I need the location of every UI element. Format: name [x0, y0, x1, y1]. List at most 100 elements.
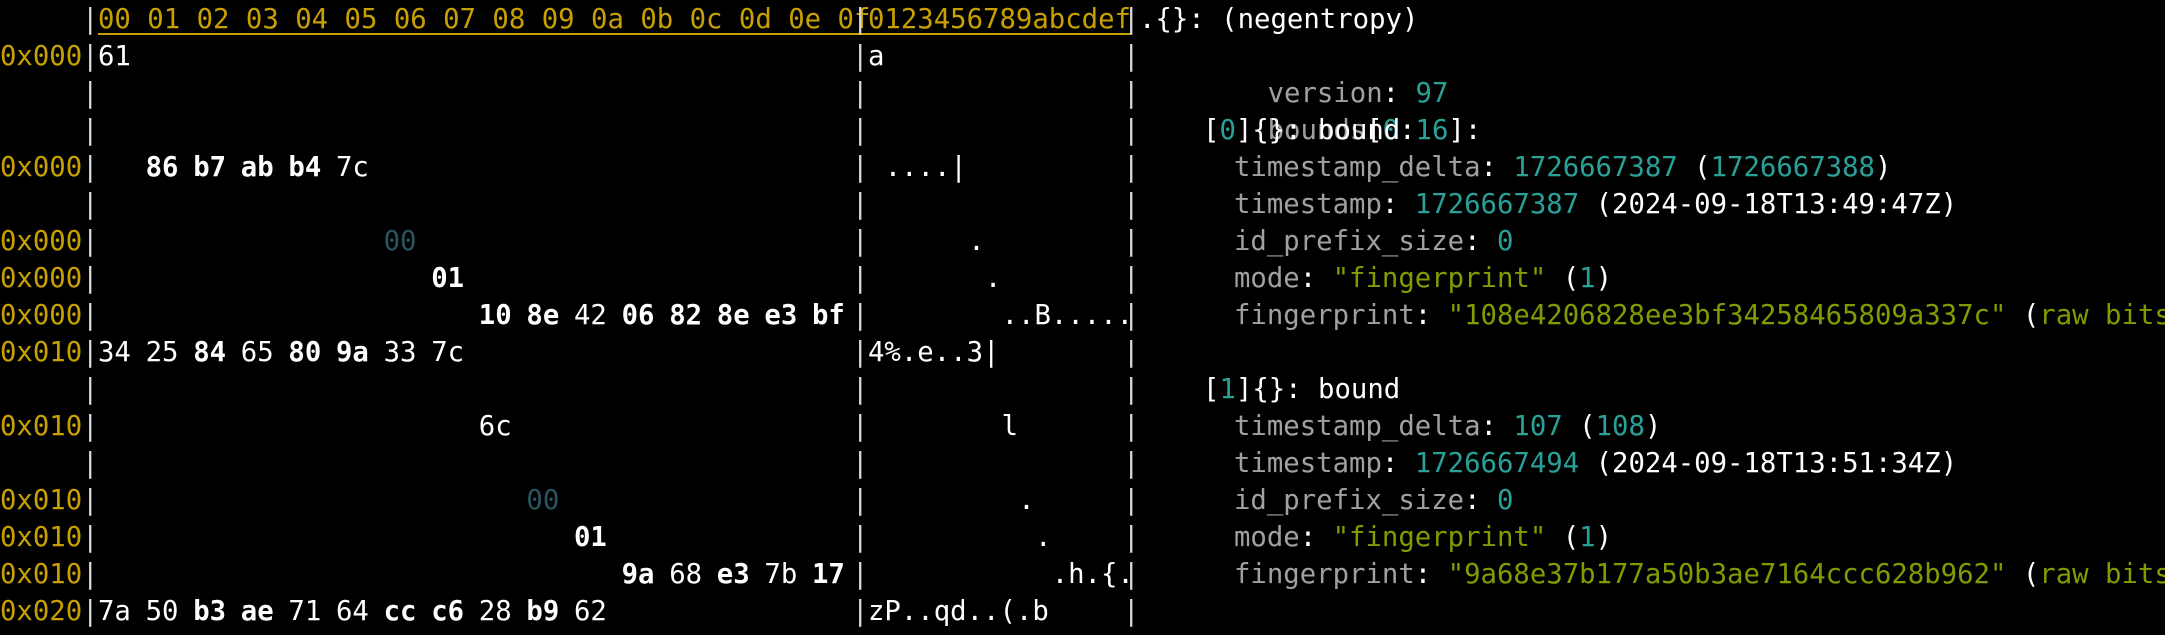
fingerprint-line[interactable]: fingerprint: "9a68e37b177a50b3ae7164ccc6… [1234, 556, 2165, 593]
hex-byte[interactable]: 7b [764, 556, 797, 593]
timestamp-delta-line[interactable]: timestamp_delta: 107 (108) [1234, 408, 1661, 445]
hex-byte[interactable]: 06 [622, 297, 655, 334]
column-separator: | [1123, 4, 1140, 35]
column-separator: | [82, 596, 99, 627]
bound-header[interactable]: [0]{}: bound [1203, 112, 1400, 149]
tree-bounds-line[interactable]: bounds[0:16]: [1169, 75, 1482, 146]
hex-byte[interactable]: c6 [431, 593, 464, 630]
column-separator: | [852, 41, 869, 72]
column-separator: | [1123, 226, 1140, 257]
hex-byte[interactable]: 64 [336, 593, 369, 630]
ascii-text: ....| [884, 152, 967, 183]
column-separator: | [1123, 337, 1140, 368]
hex-byte[interactable]: e3 [764, 297, 797, 334]
timestamp-line[interactable]: timestamp: 1726667387 (2024-09-18T13:49:… [1234, 186, 1957, 223]
hex-byte[interactable]: 34 [98, 334, 131, 371]
hex-byte[interactable]: 8e [717, 297, 750, 334]
hex-byte[interactable]: ab [241, 149, 274, 186]
id-prefix-size-line[interactable]: id_prefix_size: 0 [1234, 482, 1513, 519]
field-value: "fingerprint" [1332, 263, 1547, 294]
hex-byte[interactable]: 80 [288, 334, 321, 371]
column-separator: | [1123, 374, 1140, 405]
column-separator: | [82, 411, 99, 442]
column-separator: | [82, 4, 99, 35]
row-address: 0x000 [0, 41, 83, 72]
hex-byte[interactable]: 7c [431, 334, 464, 371]
hex-byte[interactable]: 42 [574, 297, 607, 334]
row-address: 0x000 [0, 226, 83, 257]
field-key: id_prefix_size [1234, 485, 1465, 516]
hex-byte[interactable]: b7 [193, 149, 226, 186]
hex-byte[interactable]: 33 [384, 334, 417, 371]
timestamp-delta-line[interactable]: timestamp_delta: 1726667387 (1726667388) [1234, 149, 1891, 186]
column-separator: | [852, 337, 869, 368]
ascii-text: l [1001, 411, 1019, 442]
hex-byte[interactable]: 9a [336, 334, 369, 371]
ascii-column-header: 0123456789abcdef [868, 4, 1131, 35]
hex-byte[interactable]: 86 [146, 149, 179, 186]
raw-value: 1 [1579, 522, 1596, 553]
column-separator: | [82, 152, 99, 183]
column-separator: | [1123, 522, 1140, 553]
column-separator: | [82, 374, 99, 405]
hex-byte[interactable]: 50 [146, 593, 179, 630]
column-separator: | [852, 411, 869, 442]
fingerprint-line[interactable]: fingerprint: "108e4206828ee3bf3425846580… [1234, 297, 2165, 334]
hex-byte[interactable]: 65 [241, 334, 274, 371]
field-value: 0 [1496, 485, 1514, 516]
column-separator: | [852, 485, 869, 516]
field-key: mode [1234, 263, 1300, 294]
hex-byte[interactable]: 17 [812, 556, 845, 593]
row-address: 0x010 [0, 411, 83, 442]
column-separator: | [1123, 411, 1140, 442]
timestamp-line[interactable]: timestamp: 1726667494 (2024-09-18T13:51:… [1234, 445, 1957, 482]
ascii-text: . [1035, 522, 1052, 553]
tree-version-line[interactable]: version: 97 [1169, 38, 1449, 109]
hex-byte[interactable]: 00 [384, 223, 417, 260]
field-key: fingerprint [1234, 559, 1415, 590]
column-separator: | [1123, 189, 1140, 220]
hex-byte[interactable]: 9a [622, 556, 655, 593]
column-separator: | [1123, 41, 1140, 72]
hex-byte[interactable]: 8e [526, 297, 559, 334]
hex-byte[interactable]: 68 [669, 556, 702, 593]
hex-byte[interactable]: 84 [193, 334, 226, 371]
hex-byte[interactable]: 62 [574, 593, 607, 630]
field-key: id_prefix_size [1234, 226, 1465, 257]
hex-byte[interactable]: 01 [431, 260, 464, 297]
column-separator: | [1123, 115, 1140, 146]
hex-byte[interactable]: bf [812, 297, 845, 334]
hex-column-header: 00 01 02 03 04 05 06 07 08 09 0a 0b 0c 0… [98, 4, 871, 35]
hex-byte[interactable]: 82 [669, 297, 702, 334]
mode-line[interactable]: mode: "fingerprint" (1) [1234, 260, 1612, 297]
hex-byte[interactable]: ae [241, 593, 274, 630]
hex-byte[interactable]: 7a [98, 593, 131, 630]
hex-byte[interactable]: 01 [574, 519, 607, 556]
hex-byte[interactable]: b3 [193, 593, 226, 630]
human-timestamp: 2024-09-18T13:49:47Z [1612, 189, 1941, 220]
bound-header[interactable]: [1]{}: bound [1203, 371, 1400, 408]
ascii-text: zP..qd..(.b [868, 596, 1049, 627]
column-separator: | [82, 559, 99, 590]
mode-line[interactable]: mode: "fingerprint" (1) [1234, 519, 1612, 556]
hex-byte[interactable]: 25 [146, 334, 179, 371]
terminal-window: | 00 01 02 03 04 05 06 07 08 09 0a 0b 0c… [0, 0, 2165, 635]
hex-byte[interactable]: e3 [717, 556, 750, 593]
hex-byte[interactable]: 28 [479, 593, 512, 630]
column-separator: | [82, 300, 99, 331]
column-separator: | [82, 522, 99, 553]
id-prefix-size-line[interactable]: id_prefix_size: 0 [1234, 223, 1513, 260]
hex-byte[interactable]: 00 [526, 482, 559, 519]
hex-byte[interactable]: cc [384, 593, 417, 630]
hex-byte[interactable]: 61 [98, 38, 131, 75]
hex-byte[interactable]: b9 [526, 593, 559, 630]
hex-byte[interactable]: 10 [479, 297, 512, 334]
ascii-text: . [968, 226, 985, 257]
hex-byte[interactable]: 6c [479, 408, 512, 445]
field-value: "108e4206828ee3bf34258465809a337c" [1447, 300, 2007, 331]
hex-byte[interactable]: b4 [288, 149, 321, 186]
column-separator: | [852, 226, 869, 257]
hex-byte[interactable]: 71 [288, 593, 321, 630]
row-address: 0x010 [0, 522, 83, 553]
hex-byte[interactable]: 7c [336, 149, 369, 186]
